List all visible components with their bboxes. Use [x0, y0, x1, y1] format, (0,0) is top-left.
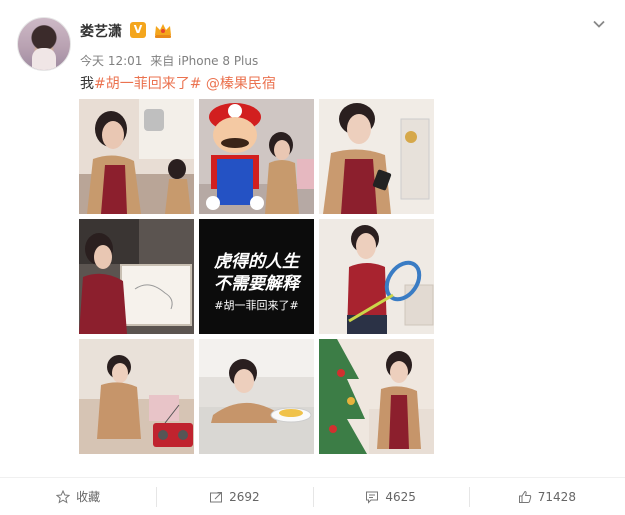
post-source: 来自 iPhone 8 Plus: [150, 54, 259, 68]
comment-icon: [366, 491, 379, 504]
repost-button[interactable]: 2692: [156, 485, 312, 509]
photo-grid: 虎得的人生 不需要解释 #胡一菲回来了#: [79, 99, 434, 454]
photo-woman-table-plate[interactable]: [199, 339, 314, 454]
photo-woman-kitchen[interactable]: [79, 99, 194, 214]
photo-woman-phone[interactable]: [319, 99, 434, 214]
repost-count: 2692: [229, 489, 260, 504]
post-prefix: 我: [80, 76, 94, 92]
comment-count: 4625: [385, 489, 416, 504]
action-bar: 收藏 2692 4625 71428: [0, 477, 625, 515]
star-icon: [56, 489, 71, 504]
mention-link[interactable]: @榛果民宿: [206, 76, 276, 92]
post-text: 我#胡一菲回来了# @榛果民宿: [80, 73, 276, 93]
post-time[interactable]: 今天 12:01: [80, 54, 142, 68]
hashtag-link[interactable]: #胡一菲回来了#: [94, 76, 201, 92]
chevron-down-icon[interactable]: [591, 16, 607, 32]
weibo-post-card: 娄艺潇 V 今天 12:01 来自 iPhone 8 Plus 我#胡一菲回来了…: [0, 0, 625, 514]
photo-woman-christmas-tree[interactable]: [319, 339, 434, 454]
favorite-button[interactable]: 收藏: [0, 485, 156, 509]
repost-icon: [210, 491, 223, 502]
photo-woman-tennis[interactable]: [319, 219, 434, 334]
verified-badge: V: [130, 22, 146, 38]
comment-button[interactable]: 4625: [312, 485, 469, 509]
favorite-label: 收藏: [76, 490, 101, 504]
avatar[interactable]: [17, 17, 71, 71]
photo-mario-mascot[interactable]: [199, 99, 314, 214]
post-meta: 今天 12:01 来自 iPhone 8 Plus: [80, 52, 258, 69]
crown-icon: [155, 24, 171, 38]
thumbs-up-icon: [518, 490, 531, 503]
user-name[interactable]: 娄艺潇: [80, 21, 122, 41]
photo-text-tag: #胡一菲回来了#: [214, 299, 299, 312]
photo-text-line-2: 不需要解释: [214, 274, 299, 294]
photo-woman-drawing[interactable]: [79, 219, 194, 334]
like-button[interactable]: 71428: [468, 485, 625, 509]
like-count: 71428: [537, 489, 576, 504]
photo-text-card[interactable]: 虎得的人生 不需要解释 #胡一菲回来了#: [199, 219, 314, 334]
photo-woman-sofa-radio[interactable]: [79, 339, 194, 454]
